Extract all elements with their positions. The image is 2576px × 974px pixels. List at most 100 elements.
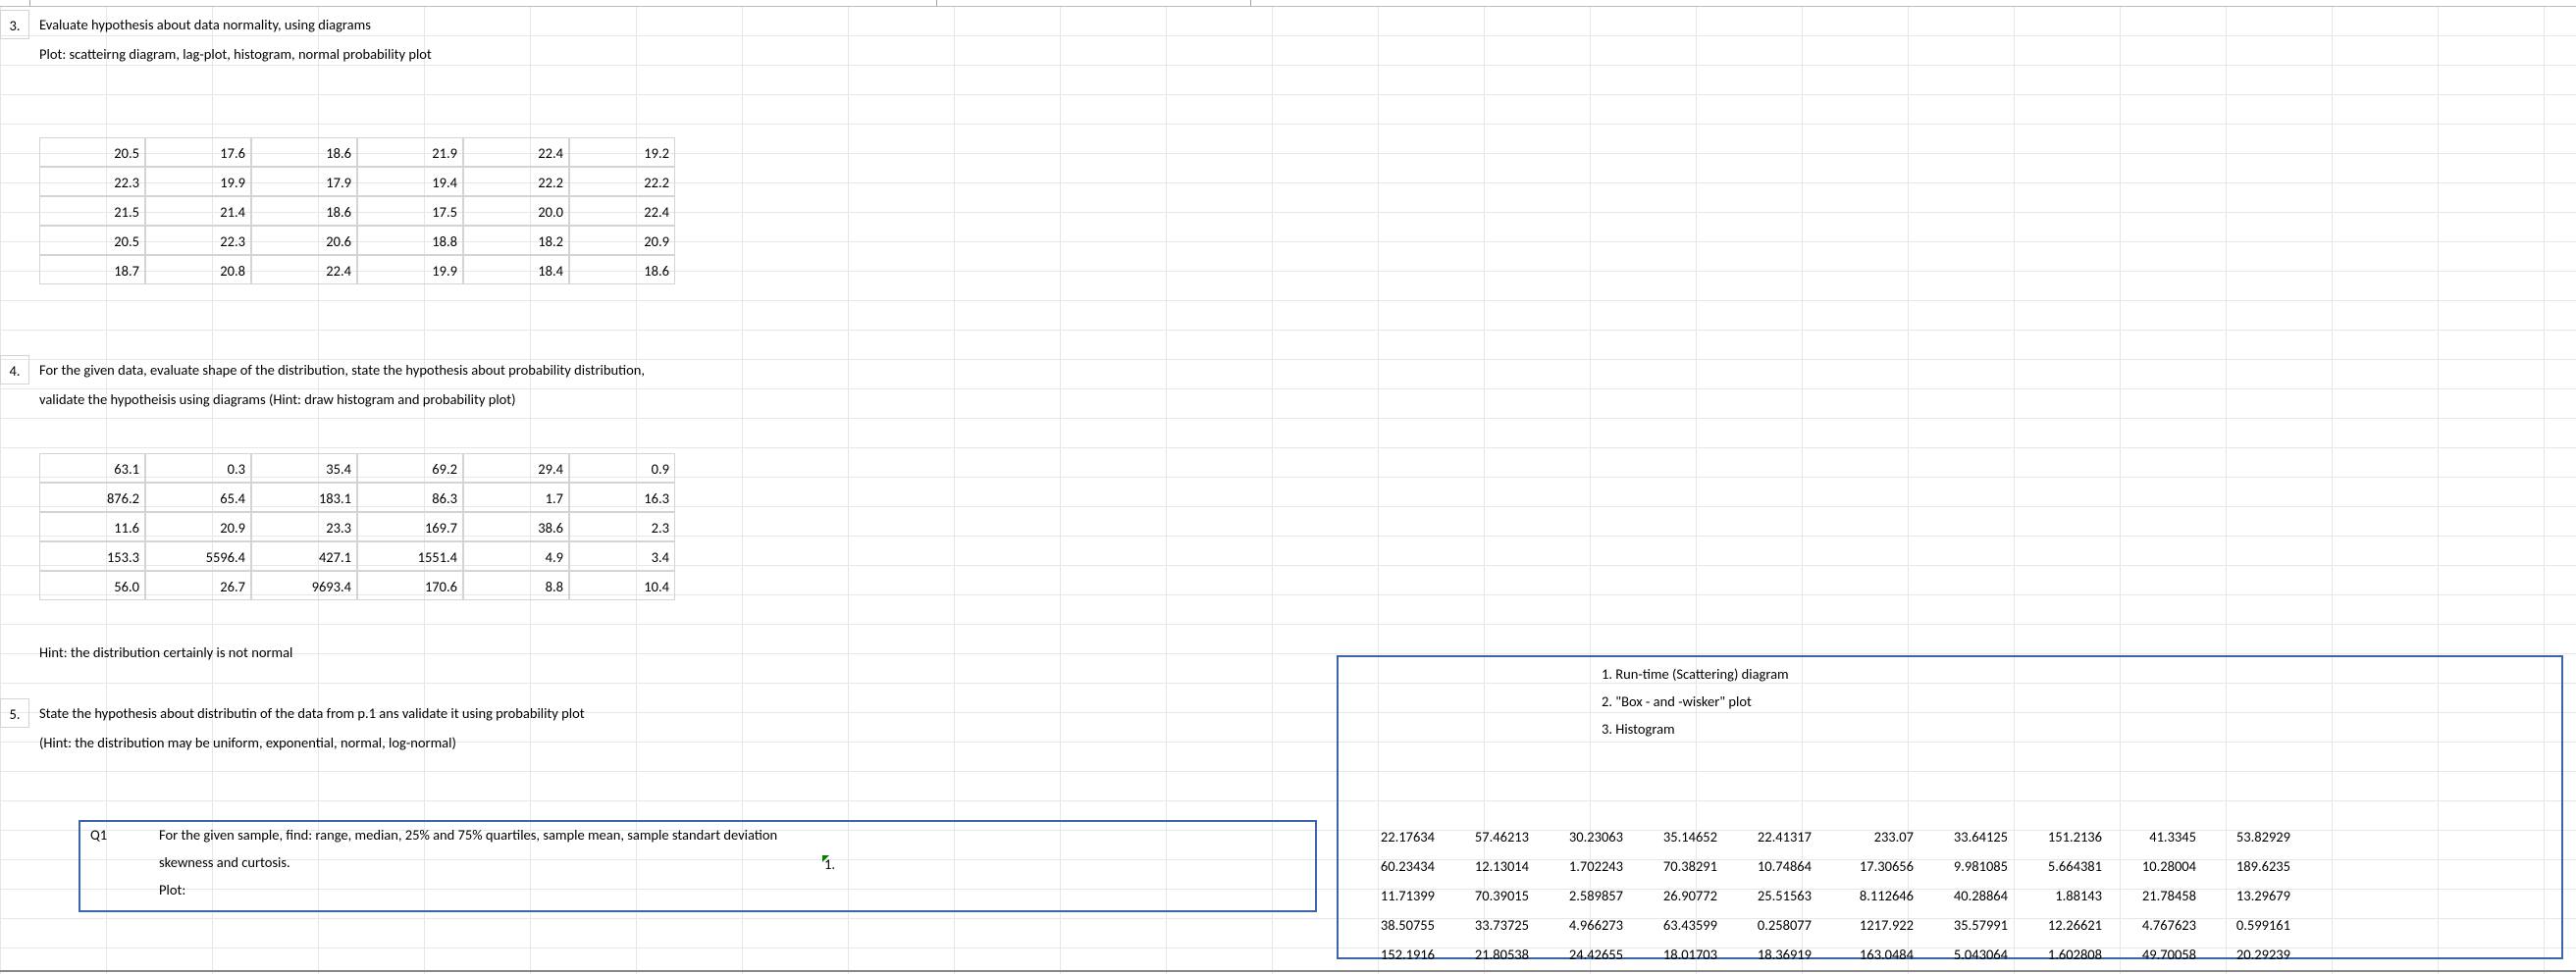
table-cell[interactable]: 10.4 [569,571,675,600]
table-cell[interactable]: 0.3 [145,453,251,483]
table-cell[interactable]: 12.13014 [1439,851,1533,881]
table-cell[interactable]: 11.6 [39,512,145,541]
table-cell[interactable]: 25.51563 [1721,881,1815,910]
table-cell[interactable]: 9.981085 [1918,851,2012,881]
table-cell[interactable]: 26.90772 [1627,881,1721,910]
table-cell[interactable]: 20.9 [569,226,675,255]
table-cell[interactable]: 18.01703 [1627,940,1721,969]
table-cell[interactable]: 18.8 [357,226,463,255]
table-cell[interactable]: 22.4 [251,255,357,284]
table-cell[interactable]: 1.602808 [2012,940,2106,969]
table-cell[interactable]: 20.0 [463,196,569,226]
table-cell[interactable]: 233.07 [1815,822,1918,851]
table-cell[interactable]: 2.589857 [1533,881,1627,910]
table-cell[interactable]: 0.9 [569,453,675,483]
table-cell[interactable]: 18.6 [569,255,675,284]
table-cell[interactable]: 11.71399 [1344,881,1439,910]
table-cell[interactable]: 22.4 [569,196,675,226]
table-cell[interactable]: 70.39015 [1439,881,1533,910]
table-cell[interactable]: 35.14652 [1627,822,1721,851]
table-cell[interactable]: 5.043064 [1918,940,2012,969]
table-cell[interactable]: 5.664381 [2012,851,2106,881]
table-cell[interactable]: 1551.4 [357,541,463,571]
table-cell[interactable]: 69.2 [357,453,463,483]
table-cell[interactable]: 70.38291 [1627,851,1721,881]
table-cell[interactable]: 18.6 [251,137,357,167]
table-cell[interactable]: 18.4 [463,255,569,284]
table-cell[interactable]: 151.2136 [2012,822,2106,851]
table-cell[interactable]: 10.28004 [2106,851,2200,881]
table-cell[interactable]: 18.2 [463,226,569,255]
table-cell[interactable]: 18.36919 [1721,940,1815,969]
table-cell[interactable]: 23.3 [251,512,357,541]
table-cell[interactable]: 17.30656 [1815,851,1918,881]
table-cell[interactable]: 41.3345 [2106,822,2200,851]
table-cell[interactable]: 13.29679 [2200,881,2294,910]
table-cell[interactable]: 33.64125 [1918,822,2012,851]
table-cell[interactable]: 21.80538 [1439,940,1533,969]
table-cell[interactable]: 53.82929 [2200,822,2294,851]
table-cell[interactable]: 40.28864 [1918,881,2012,910]
table-cell[interactable]: 22.41317 [1721,822,1815,851]
table-cell[interactable]: 38.6 [463,512,569,541]
table-cell[interactable]: 22.17634 [1344,822,1439,851]
table-cell[interactable]: 169.7 [357,512,463,541]
table-cell[interactable]: 1217.922 [1815,910,1918,940]
table-cell[interactable]: 163.0484 [1815,940,1918,969]
table-cell[interactable]: 18.7 [39,255,145,284]
table-cell[interactable]: 183.1 [251,483,357,512]
table-cell[interactable]: 1.702243 [1533,851,1627,881]
table-cell[interactable]: 9693.4 [251,571,357,600]
table-cell[interactable]: 12.26621 [2012,910,2106,940]
table-cell[interactable]: 29.4 [463,453,569,483]
table-cell[interactable]: 8.112646 [1815,881,1918,910]
table-cell[interactable]: 22.3 [145,226,251,255]
table-cell[interactable]: 22.2 [569,167,675,196]
table-cell[interactable]: 152.1916 [1344,940,1439,969]
table-cell[interactable]: 170.6 [357,571,463,600]
table-cell[interactable]: 18.6 [251,196,357,226]
table-cell[interactable]: 4.9 [463,541,569,571]
table-cell[interactable]: 49.70058 [2106,940,2200,969]
table-cell[interactable]: 17.9 [251,167,357,196]
table-cell[interactable]: 21.4 [145,196,251,226]
table-cell[interactable]: 56.0 [39,571,145,600]
table-cell[interactable]: 38.50755 [1344,910,1439,940]
table-cell[interactable]: 20.8 [145,255,251,284]
table-cell[interactable]: 17.6 [145,137,251,167]
table-cell[interactable]: 8.8 [463,571,569,600]
table-cell[interactable]: 63.1 [39,453,145,483]
table-cell[interactable]: 153.3 [39,541,145,571]
table-cell[interactable]: 16.3 [569,483,675,512]
table-cell[interactable]: 1.88143 [2012,881,2106,910]
table-cell[interactable]: 30.23063 [1533,822,1627,851]
table-cell[interactable]: 189.6235 [2200,851,2294,881]
table-cell[interactable]: 21.9 [357,137,463,167]
table-cell[interactable]: 3.4 [569,541,675,571]
table-cell[interactable]: 20.29239 [2200,940,2294,969]
table-cell[interactable]: 5596.4 [145,541,251,571]
table-cell[interactable]: 2.3 [569,512,675,541]
table-cell[interactable]: 4.767623 [2106,910,2200,940]
table-cell[interactable]: 63.43599 [1627,910,1721,940]
table-cell[interactable]: 60.23434 [1344,851,1439,881]
table-cell[interactable]: 427.1 [251,541,357,571]
table-cell[interactable]: 19.4 [357,167,463,196]
table-cell[interactable]: 22.2 [463,167,569,196]
table-cell[interactable]: 26.7 [145,571,251,600]
table-cell[interactable]: 1.7 [463,483,569,512]
table-cell[interactable]: 19.9 [357,255,463,284]
table-cell[interactable]: 24.42655 [1533,940,1627,969]
table-cell[interactable]: 10.74864 [1721,851,1815,881]
table-cell[interactable]: 20.6 [251,226,357,255]
table-cell[interactable]: 0.258077 [1721,910,1815,940]
table-cell[interactable]: 35.4 [251,453,357,483]
spreadsheet-view[interactable]: 3. Evaluate hypothesis about data normal… [0,0,2576,974]
table-cell[interactable]: 19.9 [145,167,251,196]
table-cell[interactable]: 21.78458 [2106,881,2200,910]
table-cell[interactable]: 35.57991 [1918,910,2012,940]
table-cell[interactable]: 22.4 [463,137,569,167]
table-cell[interactable]: 57.46213 [1439,822,1533,851]
table-cell[interactable]: 22.3 [39,167,145,196]
table-cell[interactable]: 17.5 [357,196,463,226]
